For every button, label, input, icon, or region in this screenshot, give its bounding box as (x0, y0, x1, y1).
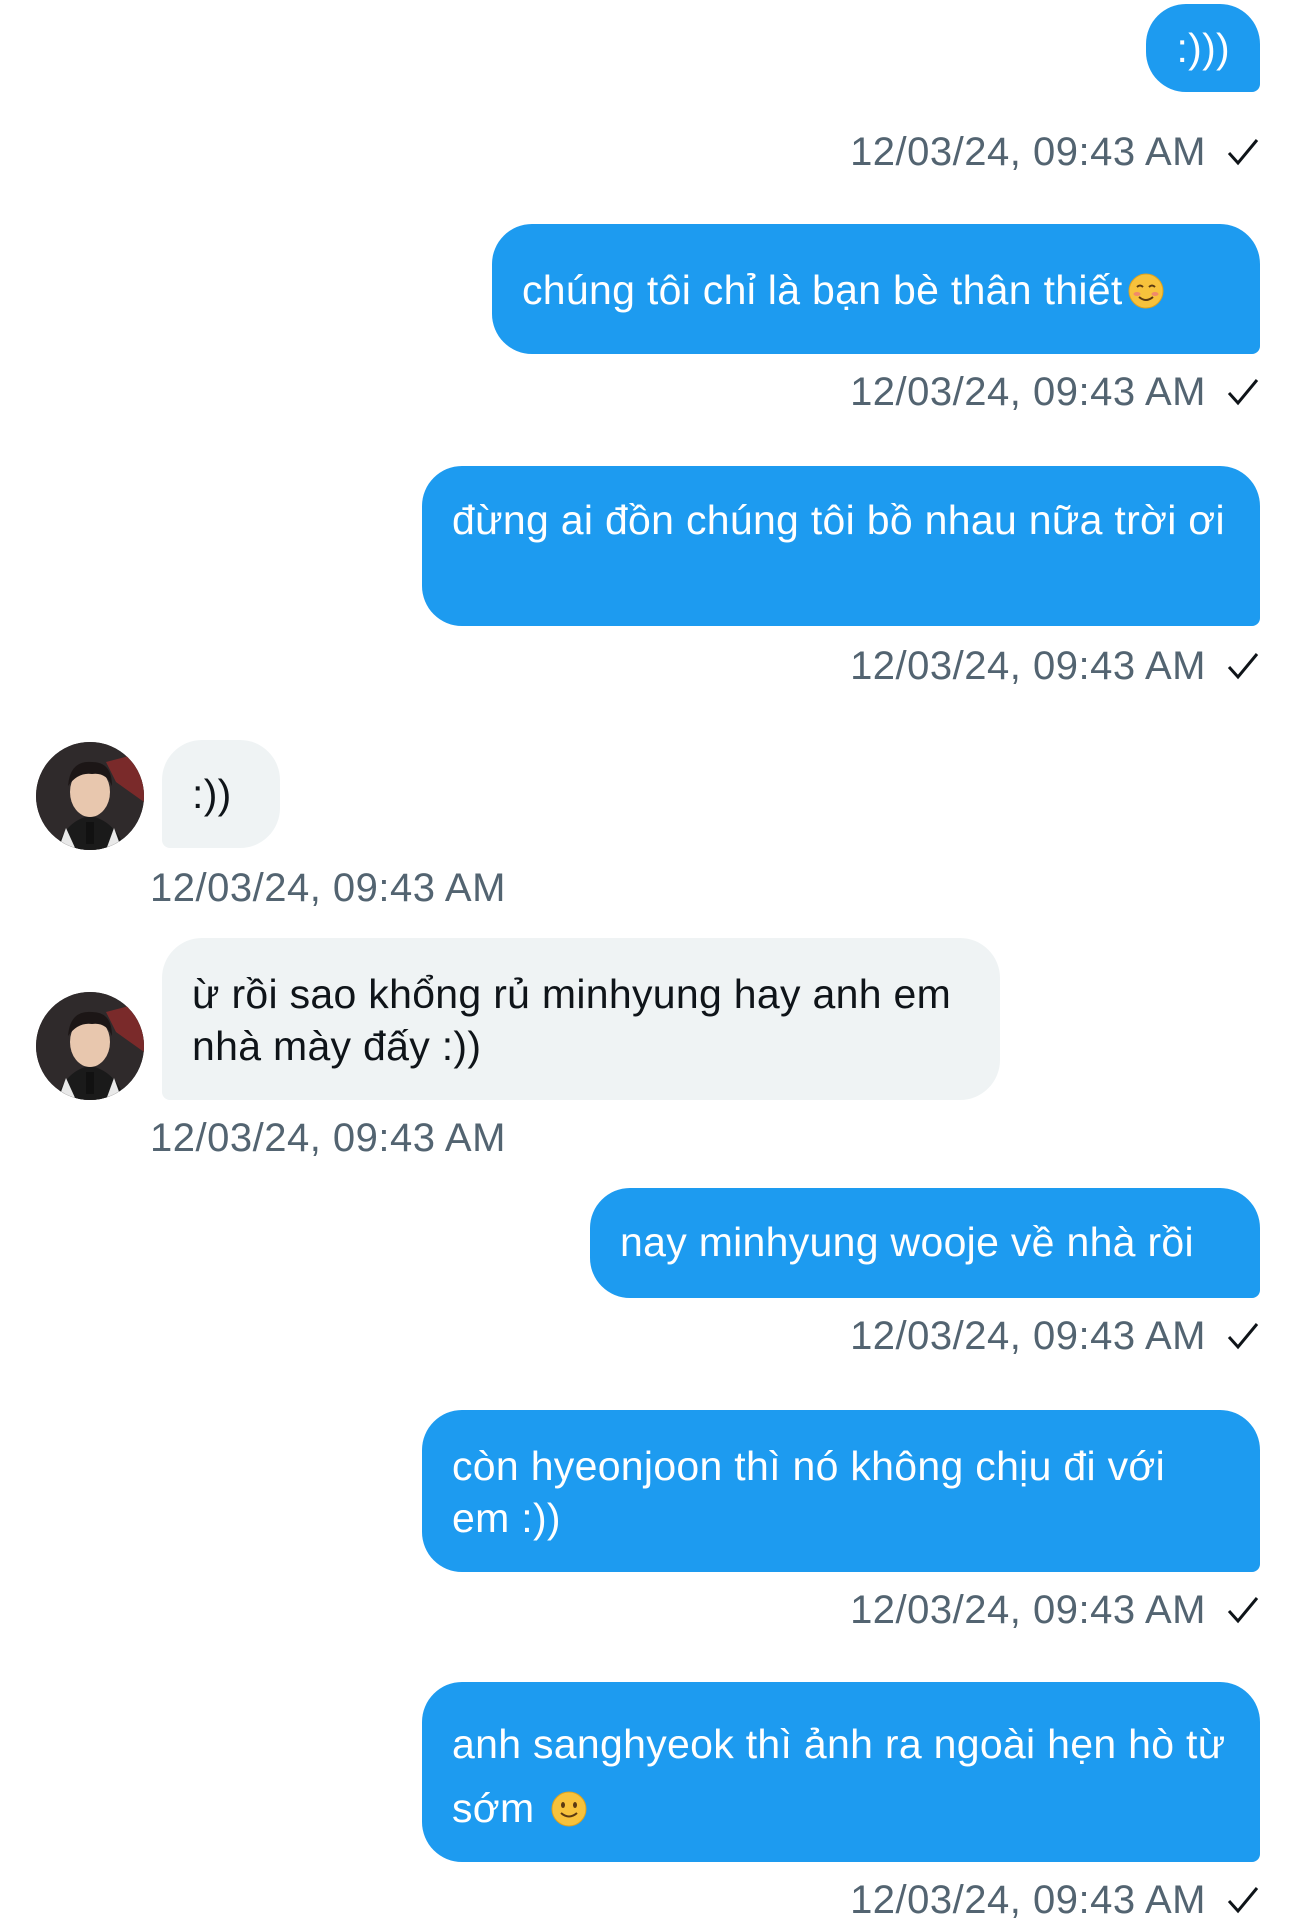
sent-check-icon (1227, 379, 1259, 406)
message-timestamp: 12/03/24, 09:43 AM (850, 1588, 1206, 1632)
message-timestamp: 12/03/24, 09:43 AM (850, 130, 1206, 174)
message-bubble-outgoing[interactable]: anh sanghyeok thì ảnh ra ngoài hẹn hò từ… (422, 1682, 1260, 1862)
message-text: đừng ai đồn chúng tôi bồ nhau nữa trời ơ… (452, 497, 1225, 543)
sent-check-icon (1227, 1597, 1259, 1624)
message-text: chúng tôi chỉ là bạn bè thân thiết (522, 267, 1123, 313)
message-timestamp: 12/03/24, 09:43 AM (850, 1314, 1206, 1358)
message-meta: 12/03/24, 09:43 AM (850, 1586, 1260, 1634)
message-content: anh sanghyeok thì ảnh ra ngoài hẹn hò từ… (452, 1712, 1230, 1840)
message-meta: 12/03/24, 09:43 AM (850, 128, 1260, 176)
message-meta: 12/03/24, 09:43 AM (850, 1876, 1260, 1924)
sent-check-icon (1227, 1887, 1259, 1914)
conversation-thread: :))) 12/03/24, 09:43 AM chúng tôi chỉ là… (0, 0, 1290, 1922)
message-meta: 12/03/24, 09:43 AM (150, 864, 506, 912)
message-meta: 12/03/24, 09:43 AM (850, 1312, 1260, 1360)
message-bubble-incoming[interactable]: ừ rồi sao khổng rủ minhyung hay anh em n… (162, 938, 1000, 1100)
message-bubble-incoming[interactable]: :)) (162, 740, 280, 848)
avatar[interactable] (36, 992, 144, 1100)
message-text: nay minhyung wooje về nhà rồi (620, 1219, 1194, 1265)
smiling-face-icon (1128, 273, 1164, 309)
message-bubble-outgoing[interactable]: :))) (1146, 4, 1260, 92)
message-bubble-outgoing[interactable]: còn hyeonjoon thì nó không chịu đi với e… (422, 1410, 1260, 1572)
message-content: chúng tôi chỉ là bạn bè thân thiết (522, 264, 1230, 316)
message-text: ừ rồi sao khổng rủ minhyung hay anh em n… (192, 971, 952, 1069)
avatar[interactable] (36, 742, 144, 850)
message-bubble-outgoing[interactable]: nay minhyung wooje về nhà rồi (590, 1188, 1260, 1298)
sent-check-icon (1227, 653, 1259, 680)
message-text: :)) (192, 771, 232, 817)
message-timestamp: 12/03/24, 09:43 AM (150, 866, 506, 910)
avatar-image (36, 742, 144, 850)
message-text: :))) (1176, 25, 1230, 71)
avatar-image (36, 992, 144, 1100)
message-text: còn hyeonjoon thì nó không chịu đi với e… (452, 1443, 1165, 1541)
message-timestamp: 12/03/24, 09:43 AM (850, 370, 1206, 414)
message-timestamp: 12/03/24, 09:43 AM (150, 1116, 506, 1160)
message-meta: 12/03/24, 09:43 AM (850, 642, 1260, 690)
message-bubble-outgoing[interactable]: chúng tôi chỉ là bạn bè thân thiết (492, 224, 1260, 354)
message-meta: 12/03/24, 09:43 AM (150, 1114, 506, 1162)
message-bubble-outgoing[interactable]: đừng ai đồn chúng tôi bồ nhau nữa trời ơ… (422, 466, 1260, 626)
message-timestamp: 12/03/24, 09:43 AM (850, 644, 1206, 688)
sent-check-icon (1227, 139, 1259, 166)
sent-check-icon (1227, 1323, 1259, 1350)
message-meta: 12/03/24, 09:43 AM (850, 368, 1260, 416)
slightly-smiling-face-icon (551, 1791, 587, 1827)
message-timestamp: 12/03/24, 09:43 AM (850, 1878, 1206, 1922)
